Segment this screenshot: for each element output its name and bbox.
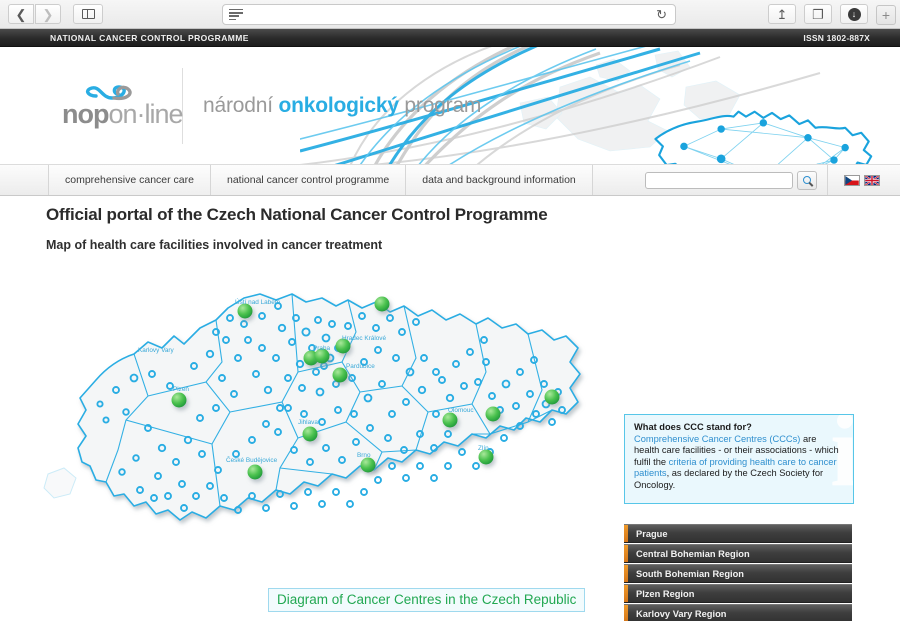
downloads-button[interactable]: ↓ <box>840 4 868 24</box>
svg-text:Praha: Praha <box>313 345 330 352</box>
region-label: Central Bohemian Region <box>636 548 750 559</box>
region-label: Prague <box>636 528 668 539</box>
site-banner: nopon·line národní onkologický program <box>0 47 900 165</box>
site-search <box>645 165 827 195</box>
browser-right-tools: ↥ ❐ ↓ <box>762 4 870 24</box>
region-item-prague[interactable]: Prague <box>624 524 852 543</box>
share-button[interactable]: ↥ <box>768 4 796 24</box>
page-subtitle: Map of health care facilities involved i… <box>46 238 383 252</box>
svg-text:Plzeň: Plzeň <box>173 386 189 393</box>
sidebar-toggle-button[interactable] <box>73 4 103 24</box>
tagline-before: národní <box>203 93 279 117</box>
tagline-accent: onkologický <box>278 93 399 117</box>
svg-text:České Budějovice: České Budějovice <box>226 455 278 464</box>
logo-mark: nopon·line <box>62 84 184 128</box>
new-tab-button[interactable]: + <box>876 5 896 25</box>
reader-view-icon[interactable] <box>229 9 243 20</box>
reload-icon[interactable]: ↻ <box>656 7 667 23</box>
svg-text:Karlovy Vary: Karlovy Vary <box>138 347 175 354</box>
region-item-karlovy-vary[interactable]: Karlovy Vary Region <box>624 604 852 621</box>
region-label: South Bohemian Region <box>636 568 744 579</box>
region-item-plzen[interactable]: Plzen Region <box>624 584 852 603</box>
nav-item-label: comprehensive cancer care <box>65 174 194 186</box>
nav-item-national-cancer-control-programme[interactable]: national cancer control programme <box>210 165 407 195</box>
united-kingdom-flag-icon[interactable] <box>864 174 880 186</box>
banner-tagline: národní onkologický program <box>203 94 481 118</box>
svg-text:Jihlava: Jihlava <box>298 419 318 426</box>
site-top-bar: NATIONAL CANCER CONTROL PROGRAMME ISSN 1… <box>0 29 900 47</box>
language-switcher <box>827 165 900 195</box>
map-svg: Karlovy Vary Ústí nad Labem Praha Plzeň … <box>43 293 581 521</box>
banner-logo-area: nopon·line národní onkologický program <box>0 47 481 164</box>
sidebar-toggle-icon <box>81 9 95 19</box>
site-logo[interactable]: nopon·line národní onkologický program <box>62 67 481 144</box>
ccc-info-box: i What does CCC stand for?Comprehensive … <box>624 414 854 504</box>
svg-text:Hradec Králové: Hradec Králové <box>342 335 386 342</box>
forward-button[interactable]: ❯ <box>35 4 61 24</box>
back-button[interactable]: ❮ <box>8 4 34 24</box>
ccc-info-link-1[interactable]: Comprehensive Cancer Centres (CCCs) <box>634 434 800 444</box>
search-magnifier-icon <box>803 176 811 184</box>
browser-toolbar: ❮ ❯ ↻ ↥ ❐ ↓ + <box>0 0 900 29</box>
site-issn: ISSN 1802-887X <box>803 32 870 43</box>
nav-item-label: data and background information <box>422 174 576 186</box>
nav-button-group: ❮ ❯ <box>8 4 63 24</box>
site-top-bar-title: NATIONAL CANCER CONTROL PROGRAMME <box>50 32 249 43</box>
page-title: Official portal of the Czech National Ca… <box>46 205 548 224</box>
nav-item-data-and-background-information[interactable]: data and background information <box>406 165 593 195</box>
region-item-south-bohemian[interactable]: South Bohemian Region <box>624 564 852 583</box>
region-list: Prague Central Bohemian Region South Boh… <box>624 524 852 621</box>
main-content: Official portal of the Czech National Ca… <box>0 196 900 621</box>
search-button[interactable] <box>797 170 817 190</box>
svg-text:Zlín: Zlín <box>478 445 489 452</box>
nav-item-label: national cancer control programme <box>226 174 390 186</box>
svg-text:Olomouc: Olomouc <box>448 407 474 414</box>
downloads-icon: ↓ <box>847 7 861 21</box>
address-bar[interactable]: ↻ <box>222 4 676 25</box>
svg-text:Pardubice: Pardubice <box>346 363 375 370</box>
region-item-central-bohemian[interactable]: Central Bohemian Region <box>624 544 852 563</box>
czech-flag-icon[interactable] <box>844 174 860 186</box>
region-label: Karlovy Vary Region <box>636 608 727 619</box>
show-tabs-button[interactable]: ❐ <box>804 4 832 24</box>
main-navigation: comprehensive cancer care national cance… <box>0 165 900 196</box>
tagline-after: program <box>398 93 482 117</box>
ccc-info-question: What does CCC stand for? <box>634 422 752 432</box>
nav-item-comprehensive-cancer-care[interactable]: comprehensive cancer care <box>48 165 211 195</box>
region-label: Plzen Region <box>636 588 695 599</box>
map-caption[interactable]: Diagram of Cancer Centres in the Czech R… <box>268 588 586 612</box>
czech-republic-facility-map[interactable]: Karlovy Vary Ústí nad Labem Praha Plzeň … <box>30 262 600 621</box>
svg-text:Ústí nad Labem: Ústí nad Labem <box>235 297 280 306</box>
logo-swirl-icon <box>80 84 178 104</box>
search-input[interactable] <box>645 171 793 189</box>
ccc-info-text: What does CCC stand for? Comprehensive Ca… <box>634 422 844 492</box>
svg-text:Brno: Brno <box>357 452 371 459</box>
